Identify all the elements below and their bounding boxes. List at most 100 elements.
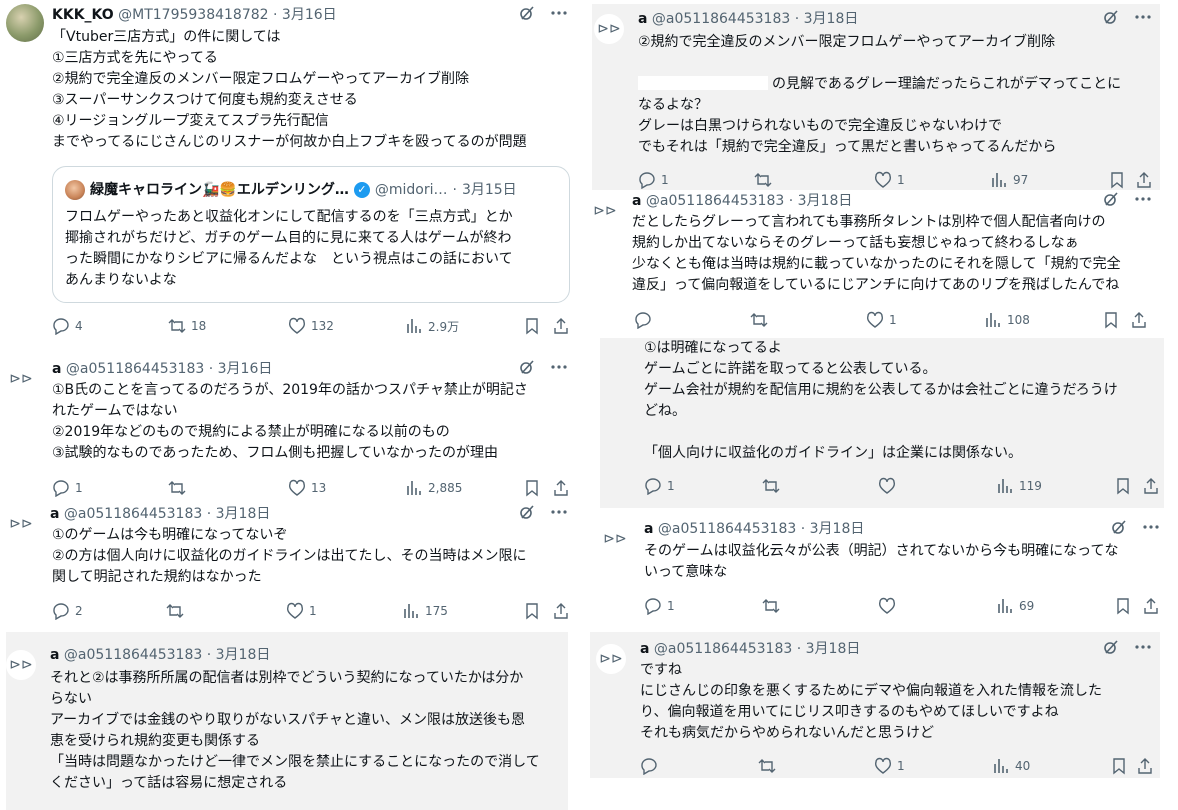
- author-handle[interactable]: @a0511864453183: [64, 506, 202, 522]
- show-thread-icon[interactable]: ⊳⊳: [594, 14, 624, 44]
- like-button[interactable]: 13: [288, 478, 326, 498]
- share-button[interactable]: [552, 478, 570, 498]
- views-button[interactable]: 119: [996, 476, 1042, 496]
- tweet-reply[interactable]: ⊳⊳ a @a0511864453183 · 3月18日 ①のゲームは今も明確に…: [0, 503, 578, 628]
- share-button[interactable]: [552, 601, 570, 621]
- show-thread-icon[interactable]: ⊳⊳: [592, 196, 620, 226]
- post-date[interactable]: 3月16日: [282, 7, 337, 23]
- quoted-tweet[interactable]: 緑魔キャロライン🚂🍔エルデンリング… ✓ @midori… · 3月15日 フロ…: [52, 166, 570, 303]
- tweet-kkk-ko[interactable]: KKK_KO @MT1795938418782 · 3月16日 「Vtuber三…: [0, 0, 578, 345]
- share-button[interactable]: [1136, 756, 1154, 776]
- share-button[interactable]: [1142, 596, 1160, 616]
- author-handle[interactable]: @a0511864453183: [64, 647, 202, 663]
- more-icon[interactable]: [550, 4, 568, 22]
- author-name[interactable]: a: [640, 641, 649, 657]
- author-handle[interactable]: @a0511864453183: [658, 521, 796, 537]
- tweet-reply[interactable]: ⊳⊳ a @a0511864453183 · 3月18日 それと②は事務所所属の…: [6, 632, 568, 810]
- post-date[interactable]: 3月16日: [218, 361, 273, 377]
- views-button[interactable]: 108: [984, 310, 1030, 330]
- views-button[interactable]: 69: [996, 596, 1034, 616]
- grok-icon[interactable]: [1102, 190, 1120, 208]
- bookmark-button[interactable]: [1114, 476, 1132, 496]
- bookmark-button[interactable]: [1108, 170, 1126, 190]
- like-button[interactable]: 1: [866, 310, 897, 330]
- bookmark-button[interactable]: [1114, 596, 1132, 616]
- share-button[interactable]: [552, 316, 570, 336]
- author-name[interactable]: a: [632, 193, 641, 209]
- post-date[interactable]: 3月18日: [216, 647, 271, 663]
- retweet-button[interactable]: [762, 596, 780, 616]
- share-button[interactable]: [1130, 310, 1148, 330]
- post-date[interactable]: 3月18日: [806, 641, 861, 657]
- views-button[interactable]: 2,885: [405, 478, 462, 498]
- author-handle[interactable]: @a0511864453183: [646, 193, 784, 209]
- more-icon[interactable]: [550, 503, 568, 521]
- reply-button[interactable]: 1: [52, 478, 83, 498]
- tweet-reply[interactable]: ⊳⊳ a @a0511864453183 · 3月16日 ①B氏のことを言ってる…: [0, 352, 578, 502]
- avatar[interactable]: [6, 4, 44, 42]
- post-date[interactable]: 3月18日: [810, 521, 865, 537]
- reply-button[interactable]: [640, 756, 658, 776]
- grok-icon[interactable]: [518, 503, 536, 521]
- like-button[interactable]: [878, 596, 896, 616]
- reply-button[interactable]: 4: [52, 316, 83, 336]
- views-button[interactable]: 40: [992, 756, 1030, 776]
- like-button[interactable]: 132: [288, 316, 334, 336]
- post-date[interactable]: 3月18日: [216, 506, 271, 522]
- more-icon[interactable]: [550, 358, 568, 376]
- views-button[interactable]: 97: [990, 170, 1028, 190]
- more-icon[interactable]: [1134, 190, 1152, 208]
- tweet-reply[interactable]: ⊳⊳ a @a0511864453183 · 3月18日 だとしたらグレーって言…: [592, 190, 1160, 336]
- bookmark-button[interactable]: [1102, 310, 1120, 330]
- grok-icon[interactable]: [1102, 8, 1120, 26]
- grok-icon[interactable]: [1102, 638, 1120, 656]
- show-thread-icon[interactable]: ⊳⊳: [596, 644, 626, 674]
- bookmark-button[interactable]: [523, 601, 541, 621]
- grok-icon[interactable]: [518, 4, 536, 22]
- like-button[interactable]: 1: [874, 170, 905, 190]
- author-handle[interactable]: @a0511864453183: [66, 361, 204, 377]
- retweet-button[interactable]: [754, 170, 772, 190]
- author-name[interactable]: KKK_KO: [52, 7, 114, 23]
- retweet-button[interactable]: [762, 476, 780, 496]
- like-button[interactable]: 1: [874, 756, 905, 776]
- retweet-button[interactable]: [166, 601, 184, 621]
- post-date[interactable]: 3月18日: [804, 11, 859, 27]
- more-icon[interactable]: [1134, 8, 1152, 26]
- show-thread-icon[interactable]: ⊳⊳: [6, 509, 36, 539]
- retweet-button[interactable]: [758, 756, 776, 776]
- like-button[interactable]: 1: [286, 601, 317, 621]
- bookmark-button[interactable]: [1110, 756, 1128, 776]
- reply-button[interactable]: 1: [638, 170, 669, 190]
- author-name[interactable]: a: [644, 521, 653, 537]
- more-icon[interactable]: [1142, 518, 1160, 536]
- author-handle[interactable]: @a0511864453183: [652, 11, 790, 27]
- author-name[interactable]: a: [50, 647, 59, 663]
- like-button[interactable]: [878, 476, 896, 496]
- bookmark-button[interactable]: [523, 478, 541, 498]
- more-icon[interactable]: [1134, 638, 1152, 656]
- bookmark-button[interactable]: [523, 316, 541, 336]
- show-thread-icon[interactable]: ⊳⊳: [6, 364, 36, 394]
- tweet-reply[interactable]: ⊳⊳ a @a0511864453183 · 3月18日 そのゲームは収益化云々…: [600, 516, 1164, 626]
- retweet-button[interactable]: 18: [168, 316, 206, 336]
- share-button[interactable]: [1135, 170, 1153, 190]
- share-button[interactable]: [1142, 476, 1160, 496]
- retweet-button[interactable]: [750, 310, 768, 330]
- author-name[interactable]: a: [52, 361, 61, 377]
- tweet-reply[interactable]: ⊳⊳ a @a0511864453183 · 3月18日 ですね にじさんじの印…: [590, 632, 1160, 778]
- show-thread-icon[interactable]: ⊳⊳: [600, 524, 630, 554]
- retweet-button[interactable]: [168, 478, 186, 498]
- grok-icon[interactable]: [518, 358, 536, 376]
- reply-button[interactable]: 1: [644, 596, 675, 616]
- show-thread-icon[interactable]: ⊳⊳: [6, 650, 36, 680]
- grok-icon[interactable]: [1110, 518, 1128, 536]
- post-date[interactable]: 3月18日: [798, 193, 853, 209]
- author-handle[interactable]: @MT1795938418782: [118, 7, 268, 23]
- author-name[interactable]: a: [638, 11, 647, 27]
- tweet-reply[interactable]: ⊳⊳ a @a0511864453183 · 3月18日 ②規約で完全違反のメン…: [592, 4, 1160, 190]
- author-name[interactable]: a: [50, 506, 59, 522]
- views-button[interactable]: 175: [402, 601, 448, 621]
- reply-button[interactable]: [634, 310, 652, 330]
- author-handle[interactable]: @a0511864453183: [654, 641, 792, 657]
